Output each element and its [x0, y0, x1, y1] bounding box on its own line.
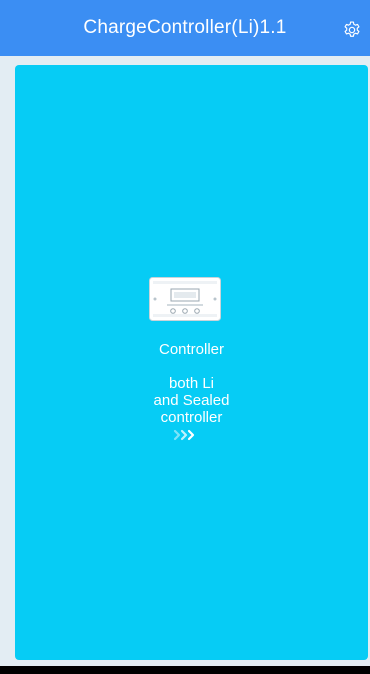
- app-header: ChargeController(Li)1.1: [0, 0, 370, 56]
- triple-chevron-right-icon: [173, 429, 195, 441]
- controller-title: Controller: [158, 341, 225, 358]
- charge-controller-device-image: [149, 277, 221, 321]
- controller-card[interactable]: Controller both Li and Sealed controller: [15, 65, 368, 660]
- controller-description: both Li and Sealed controller: [153, 375, 230, 426]
- gear-icon: [344, 21, 360, 37]
- system-navigation-bar: [0, 666, 370, 674]
- app-title: ChargeController(Li)1.1: [83, 17, 287, 38]
- settings-button[interactable]: [342, 20, 362, 40]
